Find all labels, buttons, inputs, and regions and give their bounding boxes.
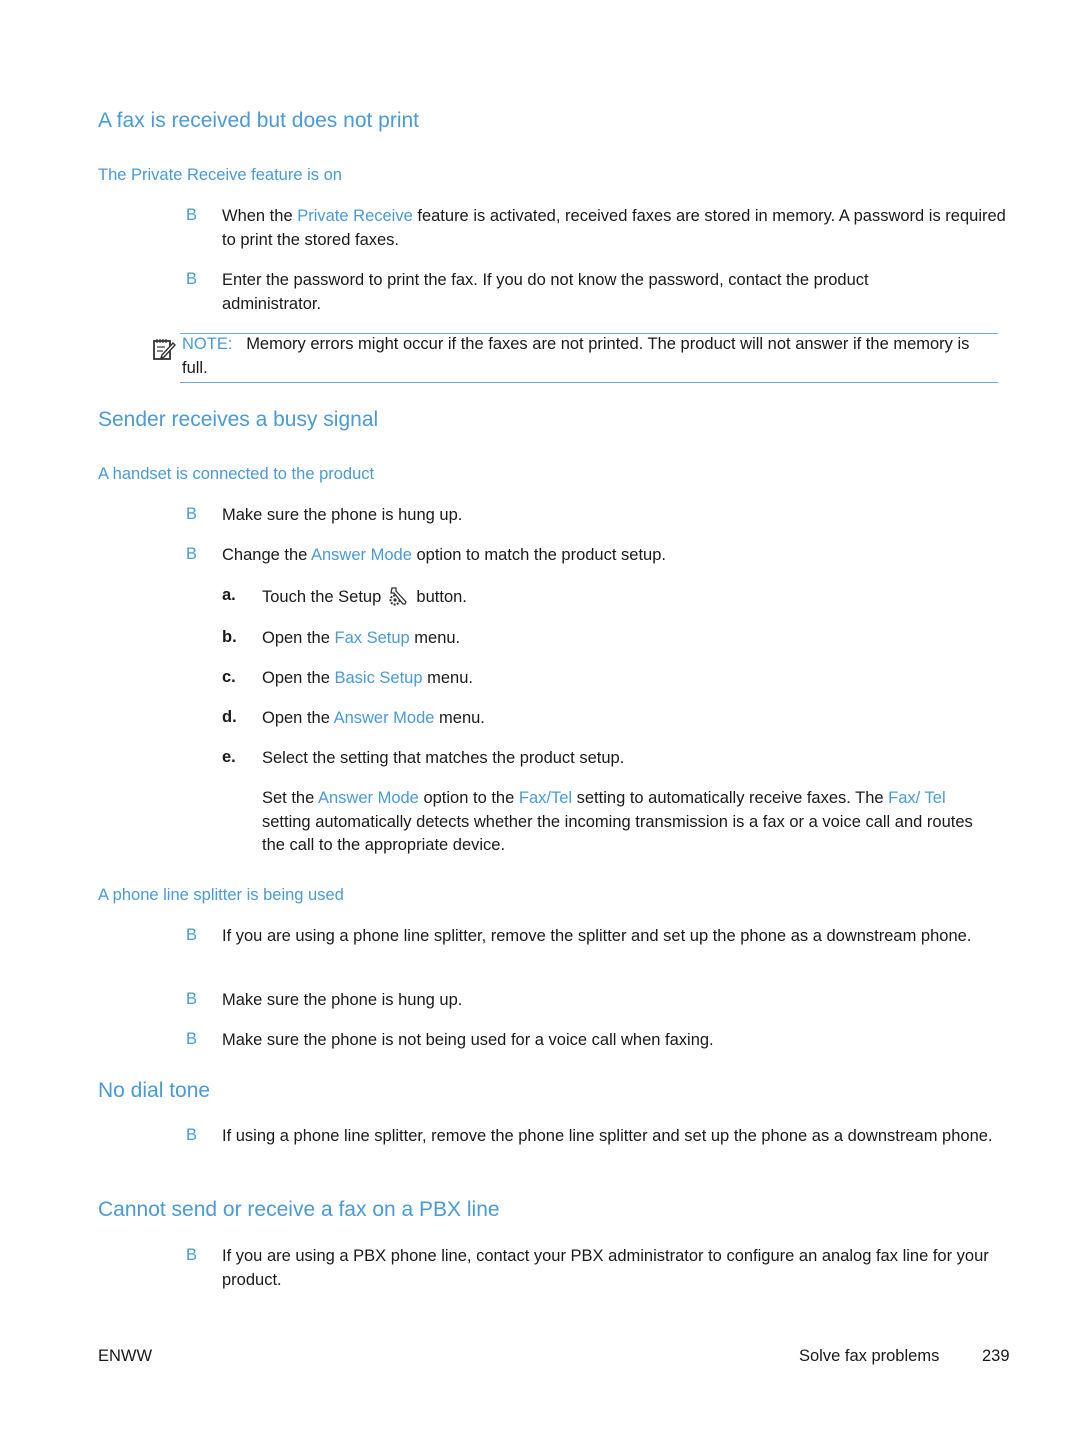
text-run: menu.: [434, 709, 485, 727]
section-heading: Cannot send or receive a fax on a PBX li…: [98, 1198, 500, 1221]
text-run: setting automatically detects whether th…: [262, 812, 973, 855]
text-run: Touch the Setup: [262, 588, 386, 606]
bullet-marker: B: [186, 926, 198, 944]
bullet-marker: B: [186, 270, 198, 288]
step-note-text: Set the Answer Mode option to the Fax/Te…: [262, 787, 987, 858]
bullet-marker: B: [186, 1126, 198, 1144]
text-run: Open the: [262, 669, 335, 687]
bullet-text: Make sure the phone is hung up.: [222, 991, 463, 1009]
setup-wrench-gear-icon: [389, 587, 407, 606]
bullet-text: Make sure the phone is not being used fo…: [222, 1031, 714, 1049]
ui-term-basic-setup: Basic Setup: [334, 669, 423, 687]
ui-term-fax-setup: Fax Setup: [334, 629, 410, 647]
text-run: Open the: [262, 629, 335, 647]
footer-enww: ENWW: [98, 1347, 153, 1365]
step-text: Open the Fax Setup menu.: [262, 627, 1002, 651]
step-label: a.: [222, 586, 236, 604]
ui-term-fax-tel: Fax/Tel: [518, 789, 573, 807]
text-run: menu.: [422, 669, 473, 687]
step-label: d.: [222, 708, 237, 726]
step-label: c.: [222, 668, 236, 686]
bullet-marker: B: [186, 206, 198, 224]
bullet-text: Change the Answer Mode option to match t…: [222, 544, 1012, 568]
step-label: e.: [222, 748, 236, 766]
subsection-heading: The Private Receive feature is on: [98, 166, 342, 184]
bullet-text: Make sure the phone is hung up.: [222, 506, 463, 524]
bullet-text: Enter the password to print the fax. If …: [222, 271, 869, 313]
ui-term-fax-tel: Fax/ Tel: [888, 789, 946, 807]
text-run: option to the: [418, 789, 519, 807]
ui-term-answer-mode: Answer Mode: [311, 546, 412, 564]
bullet-marker: B: [186, 990, 198, 1008]
text-run: setting to automatically receive faxes. …: [572, 789, 889, 807]
step-text: Touch the Setup button.: [262, 585, 1002, 610]
page-number: 239: [982, 1347, 1010, 1365]
bullet-marker: B: [186, 545, 198, 563]
section-heading: A fax is received but does not print: [98, 109, 420, 132]
bullet-text: If you are using a PBX phone line, conta…: [222, 1247, 989, 1289]
text-run: Set the: [262, 789, 318, 807]
ui-term-private-receive: Private Receive: [297, 207, 413, 225]
footer-section-title: Solve fax problems: [799, 1347, 940, 1365]
text-run: Change the: [222, 546, 311, 564]
subsection-heading: A phone line splitter is being used: [98, 886, 344, 904]
note-pencil-icon: [153, 339, 176, 360]
text-run: Open the: [262, 709, 334, 727]
text-run: menu.: [409, 629, 461, 647]
bullet-text: If you are using a phone line splitter, …: [222, 927, 972, 945]
section-heading: Sender receives a busy signal: [98, 408, 379, 431]
step-text: Open the Basic Setup menu.: [262, 667, 1002, 691]
step-label: b.: [222, 628, 237, 646]
text-run: button.: [411, 588, 467, 606]
bullet-marker: B: [186, 505, 198, 523]
text-run: option to match the product setup.: [411, 546, 666, 564]
bullet-marker: B: [186, 1030, 198, 1048]
bullet-marker: B: [186, 1246, 198, 1264]
text-run: When the: [222, 207, 298, 225]
note-text: NOTE: Memory errors might occur if the f…: [182, 333, 982, 380]
step-text: Select the setting that matches the prod…: [262, 749, 625, 767]
note-body: Memory errors might occur if the faxes a…: [182, 335, 970, 377]
subsection-heading: A handset is connected to the product: [98, 465, 375, 483]
section-heading: No dial tone: [98, 1079, 211, 1102]
note-label: NOTE:: [182, 335, 233, 353]
bullet-text: When the Private Receive feature is acti…: [222, 205, 1012, 252]
ui-term-answer-mode: Answer Mode: [333, 709, 435, 727]
bullet-text: If using a phone line splitter, remove t…: [222, 1127, 993, 1145]
ui-term-answer-mode: Answer Mode: [317, 789, 419, 807]
step-text: Open the Answer Mode menu.: [262, 707, 1002, 731]
